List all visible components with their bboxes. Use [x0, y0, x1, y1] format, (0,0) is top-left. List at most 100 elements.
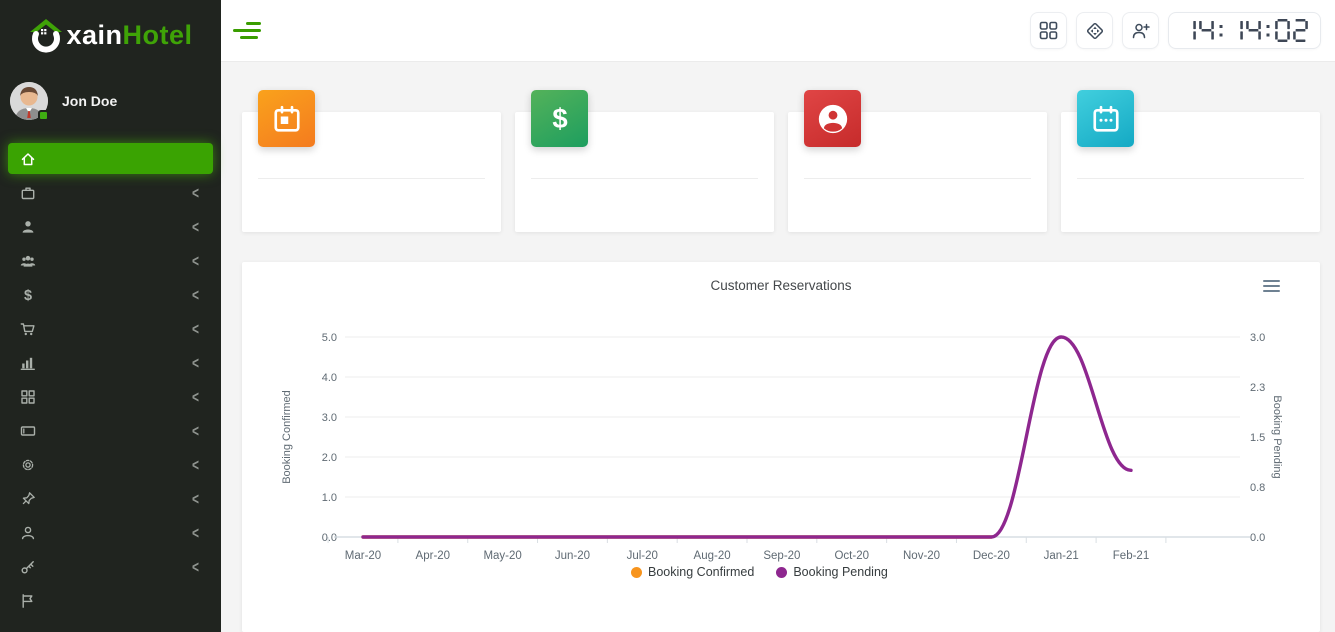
sidebar-item-user[interactable]: < [8, 517, 213, 548]
legend-label: Booking Pending [793, 565, 888, 579]
key-icon [18, 559, 38, 575]
svg-text:2.3: 2.3 [1250, 382, 1265, 394]
people-icon [18, 253, 38, 269]
legend-booking-pending[interactable]: Booking Pending [776, 565, 888, 579]
chevron-left-icon: < [192, 489, 199, 509]
legend-dot [631, 567, 642, 578]
stat-cards-row: $ [242, 112, 1320, 232]
svg-text:Mar-20: Mar-20 [345, 550, 381, 562]
briefcase-icon [18, 185, 38, 201]
move-diamond-icon[interactable] [1076, 12, 1113, 49]
sidebar-item-dashboard[interactable] [8, 143, 213, 174]
chart-menu-icon[interactable] [1263, 280, 1280, 295]
sidebar-item-customer[interactable]: < [8, 211, 213, 242]
digital-clock [1168, 12, 1321, 49]
svg-text:Oct-20: Oct-20 [834, 550, 869, 562]
chart-title: Customer Reservations [242, 278, 1320, 293]
person-icon [18, 219, 38, 235]
sidebar-item-room-setting[interactable]: < [8, 449, 213, 480]
chevron-left-icon: < [192, 353, 199, 373]
sidebar-item-human-resource[interactable]: < [8, 245, 213, 276]
sidebar-item-purchase-manage[interactable]: < [8, 313, 213, 344]
brand-name: xainHotel [66, 20, 192, 51]
apps-grid-icon[interactable] [1030, 12, 1067, 49]
sidebar-item-language[interactable] [8, 585, 213, 616]
calendar-dots-icon [1077, 90, 1134, 147]
svg-text:$: $ [552, 104, 567, 134]
svg-text:0.0: 0.0 [322, 532, 337, 544]
svg-text:1.0: 1.0 [322, 492, 337, 504]
dollar-sign-icon: $ [531, 90, 588, 147]
svg-text:5.0: 5.0 [322, 332, 337, 344]
stat-card-today-booking [242, 112, 501, 232]
sidebar-toggle-hamburger-icon[interactable] [233, 22, 263, 40]
svg-text:Jan-21: Jan-21 [1044, 550, 1079, 562]
chevron-left-icon: < [192, 421, 199, 441]
chevron-left-icon: < [192, 387, 199, 407]
cart-icon [18, 321, 38, 337]
sidebar-item-payment-setting[interactable]: $< [8, 279, 213, 310]
svg-text:Dec-20: Dec-20 [973, 550, 1010, 562]
sidebar-item-account[interactable]: < [8, 177, 213, 208]
pin-icon [18, 491, 38, 507]
chevron-left-icon: < [192, 319, 199, 339]
calendar-date-icon [258, 90, 315, 147]
profile-block: Jon Doe [0, 70, 221, 136]
svg-text:2.0: 2.0 [322, 452, 337, 464]
svg-text:Jun-20: Jun-20 [555, 550, 590, 562]
legend-label: Booking Confirmed [648, 565, 754, 579]
svg-text:3.0: 3.0 [322, 412, 337, 424]
card-divider [531, 178, 758, 179]
sidebar-item-room-reservation[interactable]: < [8, 415, 213, 446]
grid-icon [18, 389, 38, 405]
svg-text:0.0: 0.0 [1250, 532, 1265, 544]
chevron-left-icon: < [192, 285, 199, 305]
svg-text:3.0: 3.0 [1250, 332, 1265, 344]
screen-icon [18, 423, 38, 439]
dollar-icon: $ [18, 287, 38, 303]
add-user-icon[interactable] [1122, 12, 1159, 49]
gear-icon [18, 457, 38, 473]
card-divider [1077, 178, 1304, 179]
svg-text:0.8: 0.8 [1250, 482, 1265, 494]
svg-text:1.5: 1.5 [1250, 432, 1265, 444]
legend-dot [776, 567, 787, 578]
chevron-left-icon: < [192, 183, 199, 203]
card-divider [804, 178, 1031, 179]
svg-text:Booking Confirmed: Booking Confirmed [281, 390, 293, 484]
svg-text:May-20: May-20 [483, 550, 521, 562]
online-status-dot [38, 110, 49, 121]
main-content: $ Customer Reservations 5.0 4.0 3.0 2.0 1.0 0… [221, 62, 1335, 632]
stat-card-total-booking [1061, 112, 1320, 232]
brand-logo: xainHotel [0, 0, 221, 70]
reservations-line-chart: 5.04.03.02.01.00.03.02.31.50.80.0Mar-20A… [242, 262, 1320, 562]
svg-text:Sep-20: Sep-20 [763, 550, 800, 562]
chart-legend: Booking Confirmed Booking Pending [242, 565, 1277, 579]
bar-chart-icon [18, 355, 38, 371]
home-icon [18, 151, 38, 167]
svg-text:Booking Pending: Booking Pending [1271, 395, 1283, 478]
stat-card-total-amount: $ [515, 112, 774, 232]
chevron-left-icon: < [192, 251, 199, 271]
chevron-left-icon: < [192, 523, 199, 543]
svg-text:Nov-20: Nov-20 [903, 550, 940, 562]
sidebar-item-unit-and-products[interactable]: < [8, 483, 213, 514]
stat-card-total-customer [788, 112, 1047, 232]
card-divider [258, 178, 485, 179]
sidebar: xainHotel Jon Doe <<<$<<<<<<<<< [0, 0, 221, 632]
svg-text:Jul-20: Jul-20 [627, 550, 658, 562]
sidebar-item-reports[interactable]: < [8, 347, 213, 378]
svg-text:Feb-21: Feb-21 [1113, 550, 1149, 562]
chevron-left-icon: < [192, 217, 199, 237]
user-outline-icon [18, 525, 38, 541]
chevron-left-icon: < [192, 455, 199, 475]
sidebar-item-role-permission[interactable]: < [8, 551, 213, 582]
person-circle-icon [804, 90, 861, 147]
svg-text:4.0: 4.0 [322, 372, 337, 384]
sidebar-item-room-facilities[interactable]: < [8, 381, 213, 412]
house-logo-icon [28, 17, 64, 53]
topbar [221, 0, 1335, 62]
legend-booking-confirmed[interactable]: Booking Confirmed [631, 565, 754, 579]
profile-name: Jon Doe [62, 93, 117, 109]
flag-icon [18, 593, 38, 609]
